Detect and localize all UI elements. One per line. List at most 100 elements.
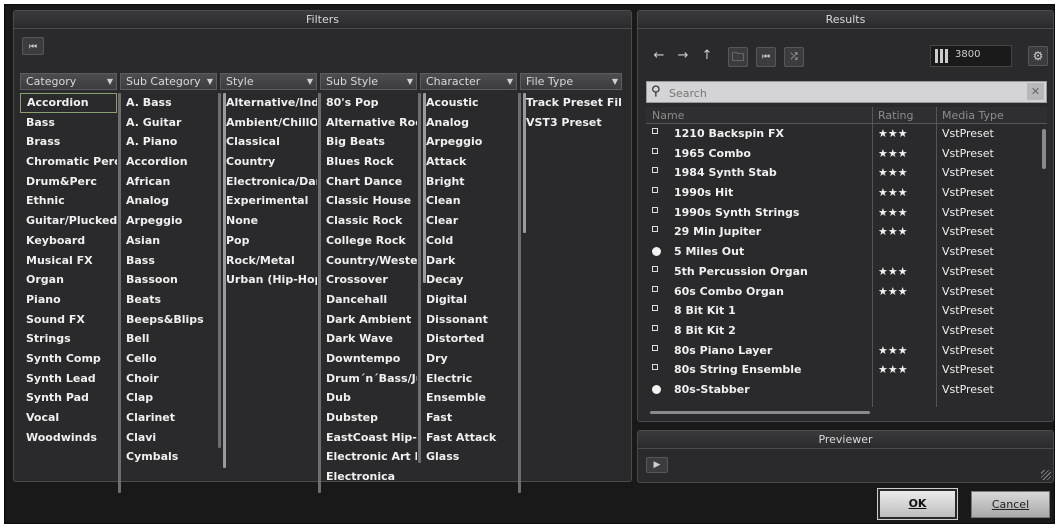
clear-search-button[interactable]: ✕ (1027, 83, 1044, 100)
filter-item[interactable]: Country/Western (320, 251, 417, 271)
filter-item[interactable]: Fast Attack (420, 428, 517, 448)
table-row[interactable]: 8 Bit Kit 1 VstPreset (646, 301, 1047, 321)
filter-item[interactable]: Analog (120, 191, 217, 211)
table-row[interactable]: 1984 Synth Stab ★★★ VstPreset (646, 163, 1047, 183)
filter-item[interactable]: Synth Pad (20, 388, 117, 408)
filter-item[interactable]: Bass (120, 251, 217, 271)
ok-button[interactable]: OK (877, 488, 958, 520)
filter-item[interactable]: EastCoast Hip-Hop (320, 428, 417, 448)
filter-item[interactable]: Alternative Rock (320, 113, 417, 133)
filter-item[interactable]: Vocal (20, 408, 117, 428)
settings-button[interactable]: ⚙ (1028, 46, 1048, 66)
filter-item[interactable]: Dancehall (320, 290, 417, 310)
filter-item[interactable]: Electronica/Dance (220, 172, 317, 192)
filter-item[interactable]: Classic House (320, 191, 417, 211)
filter-item[interactable]: Clean (420, 191, 517, 211)
filter-item[interactable]: Clarinet (120, 408, 217, 428)
filter-item[interactable]: Ethnic (20, 191, 117, 211)
reset-results-button[interactable]: ⏮ (756, 47, 776, 67)
filter-item[interactable]: Blues Rock (320, 152, 417, 172)
filter-column-header[interactable]: Sub Category ▼ (120, 73, 217, 90)
search-input[interactable] (647, 83, 1007, 104)
filter-item[interactable]: Cello (120, 349, 217, 369)
up-button[interactable]: ↑ (696, 45, 718, 67)
table-row[interactable]: 8 Bit Kit 2 VstPreset (646, 321, 1047, 341)
filter-item[interactable]: Acoustic (420, 93, 517, 113)
filter-item[interactable]: Sound FX (20, 310, 117, 330)
filter-item[interactable]: Cold (420, 231, 517, 251)
filter-item[interactable]: Big Beats (320, 132, 417, 152)
filter-item[interactable]: Guitar/Plucked (20, 211, 117, 231)
reset-filters-button[interactable]: ⏮ (22, 37, 44, 55)
table-row[interactable]: 80s Piano Layer ★★★ VstPreset (646, 341, 1047, 361)
filter-item[interactable]: Dissonant (420, 310, 517, 330)
filter-item[interactable]: Arpeggio (120, 211, 217, 231)
filter-item[interactable]: Urban (Hip-Hop / R&B) (220, 270, 317, 290)
filter-item[interactable]: VST3 Preset (520, 113, 622, 133)
filter-item[interactable]: Accordion (120, 152, 217, 172)
filter-item[interactable]: Beats (120, 290, 217, 310)
filter-item[interactable]: Synth Lead (20, 369, 117, 389)
filter-item[interactable]: Arpeggio (420, 132, 517, 152)
results-horizontal-scrollbar[interactable] (650, 411, 870, 414)
filter-item[interactable]: Attack (420, 152, 517, 172)
name-column-header[interactable]: Name (652, 109, 684, 122)
table-row[interactable]: 1990s Synth Strings ★★★ VstPreset (646, 203, 1047, 223)
results-vertical-scrollbar[interactable] (1042, 129, 1046, 169)
filter-item[interactable]: Bell (120, 329, 217, 349)
filter-item[interactable]: Piano (20, 290, 117, 310)
filter-item[interactable]: Bright (420, 172, 517, 192)
filter-item[interactable]: Chromatic Perc (20, 152, 117, 172)
table-row[interactable]: 5th Percussion Organ ★★★ VstPreset (646, 262, 1047, 282)
filter-item[interactable]: Keyboard (20, 231, 117, 251)
filter-item[interactable]: Electronic Art Music (320, 447, 417, 467)
filter-item[interactable]: A. Piano (120, 132, 217, 152)
filter-item[interactable]: Glass (420, 447, 517, 467)
filter-item[interactable]: Strings (20, 329, 117, 349)
filter-item[interactable]: Dark (420, 251, 517, 271)
filter-item[interactable]: Woodwinds (20, 428, 117, 448)
filter-column-header[interactable]: Style ▼ (220, 73, 317, 90)
filter-item[interactable]: Chart Dance (320, 172, 417, 192)
filter-scrollbar[interactable] (423, 93, 426, 283)
filter-column-header[interactable]: Sub Style ▼ (320, 73, 417, 90)
filter-item[interactable]: African (120, 172, 217, 192)
filter-item[interactable]: Clear (420, 211, 517, 231)
filter-item[interactable]: Dry (420, 349, 517, 369)
filter-item[interactable]: Dark Wave (320, 329, 417, 349)
filter-item[interactable]: Drum´n´Bass/Jungle (320, 369, 417, 389)
filter-item[interactable]: Dark Ambient (320, 310, 417, 330)
filter-item[interactable]: Fast (420, 408, 517, 428)
filter-item[interactable]: Digital (420, 290, 517, 310)
filter-item[interactable]: Drum&Perc (20, 172, 117, 192)
filter-item[interactable]: A. Bass (120, 93, 217, 113)
filter-item[interactable]: Cymbals (120, 447, 217, 467)
filter-item[interactable]: Dubstep (320, 408, 417, 428)
table-row[interactable]: 1210 Backspin FX ★★★ VstPreset (646, 124, 1047, 144)
search-field[interactable]: ⚲ ✕ (646, 81, 1047, 104)
filter-item[interactable]: Synth Comp (20, 349, 117, 369)
filter-scrollbar[interactable] (523, 93, 526, 233)
preview-toggle-button[interactable]: ▶ (646, 457, 668, 473)
filter-item[interactable]: Ensemble (420, 388, 517, 408)
filter-item[interactable]: Country (220, 152, 317, 172)
filter-item[interactable]: Organ (20, 270, 117, 290)
table-row[interactable]: 29 Min Jupiter ★★★ VstPreset (646, 222, 1047, 242)
filter-item[interactable]: Ambient/ChillOut (220, 113, 317, 133)
media-type-column-header[interactable]: Media Type (942, 109, 1004, 122)
table-row[interactable]: 60s Combo Organ ★★★ VstPreset (646, 282, 1047, 302)
filter-item[interactable]: Experimental (220, 191, 317, 211)
filter-column-header[interactable]: Character ▼ (420, 73, 517, 90)
cancel-button[interactable]: Cancel (971, 491, 1050, 518)
shuffle-button[interactable]: ⤮ (784, 47, 804, 67)
filter-item[interactable]: Clavi (120, 428, 217, 448)
filter-item[interactable]: Asian (120, 231, 217, 251)
forward-button[interactable]: → (672, 45, 694, 67)
filter-item[interactable]: Downtempo (320, 349, 417, 369)
filter-item[interactable]: Alternative/Indie (220, 93, 317, 113)
filter-item[interactable]: Musical FX (20, 251, 117, 271)
filter-item[interactable]: None (220, 211, 317, 231)
filter-item[interactable]: Brass (20, 132, 117, 152)
filter-item[interactable]: A. Guitar (120, 113, 217, 133)
filter-item[interactable]: Accordion (20, 93, 117, 113)
